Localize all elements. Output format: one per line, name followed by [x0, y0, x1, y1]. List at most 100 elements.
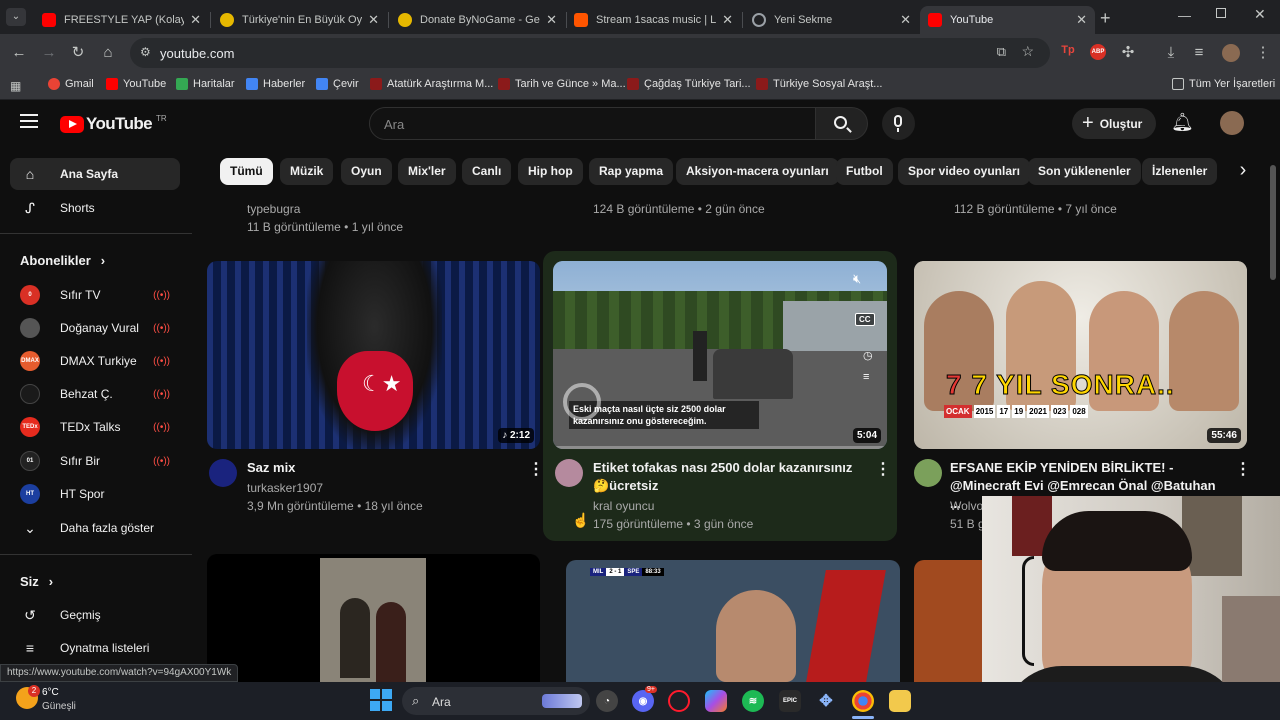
sidebar-item-doganay-vural[interactable]: Doğanay Vural ((•)) [10, 312, 180, 344]
install-app-icon[interactable]: ⧉ [997, 44, 1006, 60]
chip-hiphop[interactable]: Hip hop [518, 158, 583, 185]
chip-rap[interactable]: Rap yapma [589, 158, 674, 185]
tp-extension-icon[interactable]: Tp [1060, 44, 1076, 60]
sidebar-item-sifir-bir[interactable]: 01 Sıfır Bir ((•)) [10, 445, 180, 477]
address-bar[interactable]: ⚙ youtube.com ⧉ ☆ [130, 38, 1050, 68]
sidebar-item-home[interactable]: ⌂ Ana Sayfa [10, 158, 180, 190]
reload-icon[interactable]: ↻ [67, 42, 89, 64]
sidebar-item-behzat[interactable]: Behzat Ç. ((•)) [10, 378, 180, 410]
tab-youtube-active[interactable]: YouTube ✕ [920, 6, 1095, 34]
channel-avatar[interactable] [555, 459, 583, 487]
profile-avatar[interactable] [1222, 44, 1240, 62]
adblock-extension-icon[interactable]: ABP [1090, 44, 1106, 60]
video-title[interactable]: Saz mix [247, 459, 295, 477]
tab-soundcloud[interactable]: Stream 1sacas music | Liste ✕ [566, 6, 741, 34]
close-tab-icon[interactable]: ✕ [722, 12, 733, 28]
windows-start-icon[interactable] [370, 689, 392, 711]
video-thumbnail[interactable]: ☾★ ♪ 2:12 [207, 261, 540, 449]
account-avatar[interactable] [1220, 111, 1244, 135]
video-preview-player[interactable]: 🔇︎ CC ◷ ≡ Eski maçta nasıl üçte siz 2500… [553, 261, 887, 449]
new-tab-icon[interactable]: + [1100, 8, 1111, 29]
watch-later-icon[interactable]: ◷ [863, 349, 873, 362]
search-input[interactable]: Ara [369, 107, 816, 140]
notifications-bell-icon[interactable]: 🔔︎ [1171, 112, 1194, 133]
tab-search-icon[interactable]: ⌄ [6, 8, 26, 26]
forward-icon[interactable]: → [38, 42, 60, 64]
close-window-icon[interactable]: ✕ [1254, 6, 1266, 23]
video-thumbnail[interactable] [207, 554, 540, 682]
bookmark-translate[interactable]: Çevir [316, 78, 359, 90]
sidebar-item-ht-spor[interactable]: HT HT Spor [10, 478, 180, 510]
bookmark-star-icon[interactable]: ☆ [1021, 43, 1034, 60]
channel-avatar[interactable] [914, 459, 942, 487]
you-heading[interactable]: Siz › [20, 574, 53, 589]
copilot-icon[interactable] [705, 690, 727, 712]
discord-icon[interactable]: ◉ [632, 690, 654, 712]
url-text[interactable]: youtube.com [160, 46, 234, 61]
minimize-icon[interactable]: — [1178, 8, 1191, 23]
sidebar-show-more[interactable]: ⌄ Daha fazla göster [10, 512, 180, 544]
chips-next-chevron-icon[interactable]: › [1226, 158, 1260, 185]
youtube-logo[interactable]: YouTube TR [60, 114, 167, 134]
menu-kebab-icon[interactable]: ⋮ [1252, 42, 1274, 64]
sidebar-item-tedx[interactable]: TEDx TEDx Talks ((•)) [10, 411, 180, 443]
close-tab-icon[interactable]: ✕ [546, 12, 557, 28]
back-icon[interactable]: ← [8, 42, 30, 64]
hamburger-menu-icon[interactable] [20, 114, 38, 128]
all-bookmarks[interactable]: Tüm Yer İşaretleri [1172, 78, 1275, 90]
chip-games[interactable]: Oyun [341, 158, 392, 185]
video-channel[interactable]: typebugra [247, 202, 300, 216]
chip-recently-uploaded[interactable]: Son yüklenenler [1028, 158, 1141, 185]
chrome-icon[interactable] [852, 690, 874, 712]
file-explorer-icon[interactable] [889, 690, 911, 712]
bookmark-maps[interactable]: Haritalar [176, 78, 235, 90]
video-channel[interactable]: turkasker1907 [247, 481, 323, 495]
close-tab-icon[interactable]: ✕ [900, 12, 911, 28]
chip-all[interactable]: Tümü [220, 158, 273, 185]
chip-live[interactable]: Canlı [462, 158, 512, 185]
tool-icon[interactable]: ✥ [815, 690, 837, 712]
voice-search-button[interactable] [882, 107, 915, 140]
bookmark-sosyal[interactable]: Türkiye Sosyal Araşt... [756, 78, 882, 90]
site-info-icon[interactable]: ⚙ [140, 45, 151, 59]
sidebar-item-shorts[interactable]: ᔑ Shorts [10, 192, 180, 224]
bookmark-cagdas[interactable]: Çağdaş Türkiye Tari... [627, 78, 751, 90]
taskbar-app-icon[interactable]: ◔ [596, 690, 618, 712]
chip-watched[interactable]: İzlenenler [1142, 158, 1218, 185]
maximize-icon[interactable] [1216, 8, 1226, 18]
opera-gx-icon[interactable] [668, 690, 690, 712]
more-options-icon[interactable]: ⋮ [528, 459, 544, 479]
download-icon[interactable]: ⤓ [1160, 42, 1182, 64]
tab-turkiye[interactable]: Türkiye'nin En Büyük Oyun ✕ [212, 6, 387, 34]
sidebar-item-playlists[interactable]: ≡ Oynatma listeleri [10, 632, 180, 664]
tab-new[interactable]: Yeni Sekme ✕ [744, 6, 919, 34]
more-options-icon[interactable]: ⋮ [875, 459, 891, 479]
video-card-hover[interactable]: 🔇︎ CC ◷ ≡ Eski maçta nasıl üçte siz 2500… [543, 251, 897, 541]
search-button[interactable] [816, 107, 868, 140]
create-button[interactable]: + Oluştur [1072, 108, 1157, 139]
sidebar-item-history[interactable]: ↺ Geçmiş [10, 599, 180, 631]
chip-football[interactable]: Futbol [836, 158, 893, 185]
video-channel[interactable]: kral oyuncu [593, 499, 654, 513]
close-tab-icon[interactable]: ✕ [190, 12, 201, 28]
mute-icon[interactable]: 🔇︎ [853, 271, 861, 287]
media-control-icon[interactable]: ≡ [1188, 42, 1210, 64]
sidebar-item-dmax[interactable]: DMAX DMAX Turkiye ((•)) [10, 345, 180, 377]
bookmark-youtube[interactable]: YouTube [106, 78, 166, 90]
apps-grid-icon[interactable]: ▦ [10, 79, 21, 93]
bookmark-gmail[interactable]: Gmail [48, 78, 94, 90]
tab-freestyle[interactable]: FREESTYLE YAP (Kolay - Or ✕ [34, 6, 209, 34]
video-channel[interactable]: Wolvo [950, 499, 983, 513]
close-tab-icon[interactable]: ✕ [368, 12, 379, 28]
extensions-icon[interactable]: ✣ [1117, 42, 1139, 64]
home-icon[interactable]: ⌂ [97, 42, 119, 64]
add-queue-icon[interactable]: ≡ [863, 371, 869, 383]
weather-condition[interactable]: Güneşli [42, 701, 76, 712]
spotify-icon[interactable]: ≋ [742, 690, 764, 712]
video-thumbnail[interactable]: 7 7 YIL SONRA.. OCAK 2015 17 19 2021 023… [914, 261, 1247, 449]
video-thumbnail[interactable]: MIL 2 - 1 SPE 88:33 [566, 560, 900, 682]
more-options-icon[interactable]: ⋮ [1235, 459, 1251, 479]
taskbar-search[interactable]: ⌕ Ara [402, 687, 590, 715]
chip-mixes[interactable]: Mix'ler [398, 158, 456, 185]
chip-music[interactable]: Müzik [280, 158, 334, 185]
